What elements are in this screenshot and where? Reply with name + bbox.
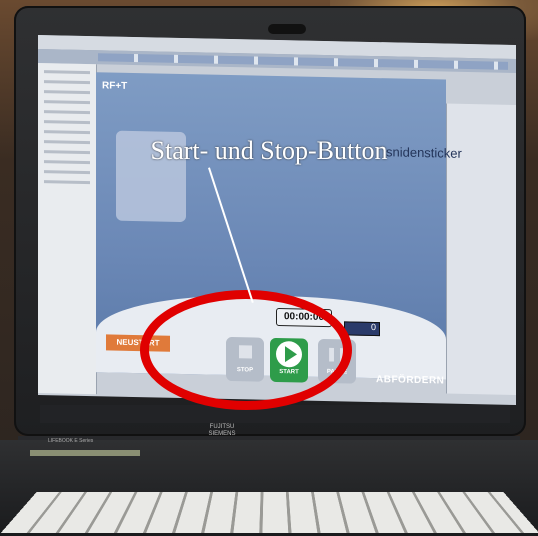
laptop-model-label: LIFEBOOK E Series: [48, 438, 94, 444]
ide-left-pane: [38, 62, 97, 395]
laptop-brand-logo: FUJITSU SIEMENS: [208, 424, 236, 437]
webcam: [268, 24, 306, 34]
photo-scene: RF+T snidensticker NEUSTART 00:00:00 0 S…: [0, 0, 538, 536]
highlight-ring: [140, 290, 352, 410]
keyboard: [0, 491, 538, 534]
status-led-panel: [30, 450, 140, 456]
counter-value: 0: [370, 321, 376, 333]
callout-label: Start- und Stop-Button: [150, 136, 388, 165]
app-logo: RF+T: [102, 80, 128, 92]
abfoerdern-button[interactable]: ABFÖRDERN: [376, 374, 444, 386]
counter-display: 0: [344, 321, 380, 337]
